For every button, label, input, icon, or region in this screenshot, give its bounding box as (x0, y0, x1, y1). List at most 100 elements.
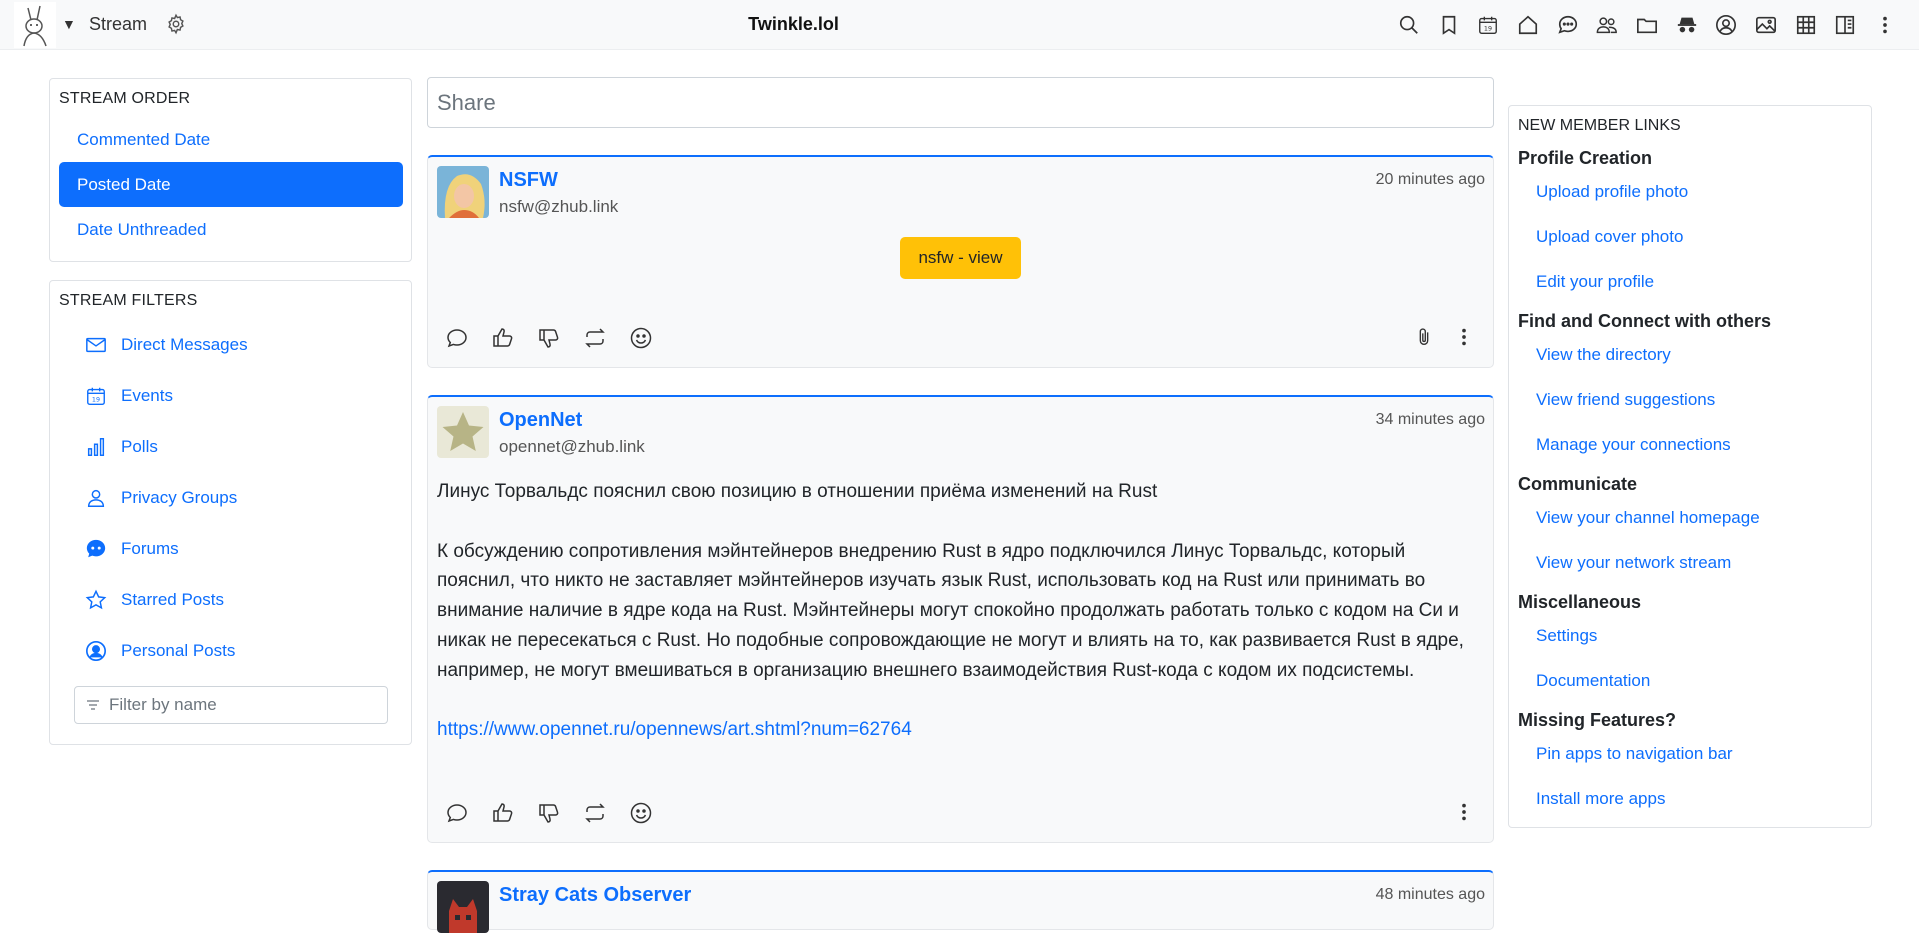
forum-icon (86, 539, 106, 557)
filter-label: Direct Messages (121, 334, 248, 354)
profile-icon[interactable] (1707, 11, 1747, 39)
repeat-icon[interactable] (583, 799, 629, 827)
filter-polls[interactable]: Polls (59, 421, 403, 472)
link-channel-homepage[interactable]: View your channel homepage (1509, 495, 1871, 540)
home-icon[interactable] (1508, 11, 1548, 39)
filter-starred-posts[interactable]: Starred Posts (59, 574, 403, 625)
more-vertical-icon[interactable] (1453, 326, 1475, 353)
thumbs-up-icon[interactable] (491, 799, 537, 827)
stream-filters-title: STREAM FILTERS (59, 292, 198, 309)
filter-by-name-input[interactable]: Filter by name (74, 686, 388, 724)
stream-filters-card: STREAM FILTERS Direct Messages 19 Events… (49, 280, 412, 745)
top-navbar: ▼ Stream Twinkle.lol 19 (0, 0, 1919, 50)
section-miscellaneous: Miscellaneous (1518, 592, 1642, 612)
link-documentation[interactable]: Documentation (1509, 658, 1871, 703)
order-date-unthreaded[interactable]: Date Unthreaded (59, 207, 403, 252)
new-member-links-title: NEW MEMBER LINKS (1518, 117, 1681, 134)
person-icon (87, 489, 105, 507)
filter-direct-messages[interactable]: Direct Messages (59, 319, 403, 370)
link-install-apps[interactable]: Install more apps (1509, 776, 1871, 821)
star-icon (85, 589, 107, 609)
comment-icon[interactable] (445, 324, 491, 352)
person-circle-icon (86, 640, 106, 661)
avatar[interactable] (437, 166, 489, 218)
post-time[interactable]: 34 minutes ago (1376, 411, 1485, 429)
nsfw-view-button[interactable]: nsfw - view (900, 237, 1021, 279)
share-input[interactable]: Share (427, 77, 1494, 128)
order-commented-date[interactable]: Commented Date (59, 117, 403, 162)
post-link[interactable]: https://www.opennet.ru/opennews/art.shtm… (437, 719, 912, 740)
new-member-links-card: NEW MEMBER LINKS Profile Creation Upload… (1508, 105, 1872, 828)
incognito-icon[interactable] (1667, 11, 1707, 39)
calendar-icon[interactable]: 19 (1468, 11, 1508, 39)
post-title: Линус Торвальдс пояснил свою позицию в о… (437, 481, 1158, 502)
filter-forums[interactable]: Forums (59, 523, 403, 574)
link-manage-connections[interactable]: Manage your connections (1509, 422, 1871, 467)
search-icon[interactable] (1389, 11, 1429, 39)
post-handle: nsfw@zhub.link (499, 197, 619, 216)
comment-icon[interactable] (445, 799, 491, 827)
filter-label: Events (121, 385, 173, 405)
filter-privacy-groups[interactable]: Privacy Groups (59, 472, 403, 523)
image-icon[interactable] (1746, 11, 1786, 39)
order-posted-date[interactable]: Posted Date (59, 162, 403, 207)
thumbs-down-icon[interactable] (537, 799, 583, 827)
book-icon[interactable] (1826, 11, 1866, 39)
more-vertical-icon[interactable] (1865, 11, 1905, 39)
chat-icon[interactable] (1548, 11, 1588, 39)
avatar[interactable] (437, 881, 489, 933)
filter-personal-posts[interactable]: Personal Posts (59, 625, 403, 676)
link-friend-suggestions[interactable]: View friend suggestions (1509, 377, 1871, 422)
post-author[interactable]: NSFW (499, 169, 558, 192)
bookmark-icon[interactable] (1429, 11, 1469, 39)
filter-events[interactable]: 19 Events (59, 370, 403, 421)
post-card: NSFW nsfw@zhub.link 20 minutes ago nsfw … (427, 155, 1494, 368)
link-upload-cover-photo[interactable]: Upload cover photo (1509, 214, 1871, 259)
link-edit-profile[interactable]: Edit your profile (1509, 259, 1871, 304)
svg-text:19: 19 (1484, 25, 1492, 33)
post-time[interactable]: 48 minutes ago (1376, 886, 1485, 904)
stream-order-title: STREAM ORDER (59, 90, 191, 107)
section-missing-features: Missing Features? (1518, 710, 1677, 730)
attachment-icon[interactable] (1413, 326, 1435, 353)
people-icon[interactable] (1588, 11, 1628, 39)
post-author[interactable]: OpenNet (499, 409, 582, 432)
post-handle: opennet@zhub.link (499, 437, 645, 456)
avatar[interactable] (437, 406, 489, 458)
filter-label: Forums (121, 538, 179, 558)
svg-text:19: 19 (92, 395, 100, 403)
thumbs-up-icon[interactable] (491, 324, 537, 352)
bar-chart-icon (87, 437, 105, 456)
site-title[interactable]: Twinkle.lol (0, 14, 1587, 35)
emoji-icon[interactable] (629, 324, 675, 352)
envelope-icon (86, 337, 106, 352)
stream-order-card: STREAM ORDER Commented Date Posted Date … (49, 78, 412, 262)
post-text: К обсуждению сопротивления мэйнтейнеров … (437, 540, 1464, 681)
link-settings[interactable]: Settings (1509, 613, 1871, 658)
post-card: Stray Cats Observer 48 minutes ago (427, 870, 1494, 933)
link-network-stream[interactable]: View your network stream (1509, 540, 1871, 585)
calendar-icon: 19 (87, 387, 105, 405)
repeat-icon[interactable] (583, 324, 629, 352)
filter-label: Personal Posts (121, 640, 236, 660)
post-author[interactable]: Stray Cats Observer (499, 884, 691, 907)
post-time[interactable]: 20 minutes ago (1376, 171, 1485, 189)
filter-lines-icon (87, 700, 99, 710)
post-card: OpenNet opennet@zhub.link 34 minutes ago… (427, 395, 1494, 843)
section-communicate: Communicate (1518, 474, 1638, 494)
post-actions (445, 324, 675, 352)
link-upload-profile-photo[interactable]: Upload profile photo (1509, 169, 1871, 214)
more-vertical-icon[interactable] (1453, 801, 1475, 828)
link-view-directory[interactable]: View the directory (1509, 332, 1871, 377)
thumbs-down-icon[interactable] (537, 324, 583, 352)
filter-label: Starred Posts (121, 589, 224, 609)
post-body: Линус Торвальдс пояснил свою позицию в о… (437, 477, 1477, 745)
link-pin-apps[interactable]: Pin apps to navigation bar (1509, 731, 1871, 776)
filter-placeholder: Filter by name (109, 695, 217, 714)
post-actions (445, 799, 675, 827)
emoji-icon[interactable] (629, 799, 675, 827)
folder-icon[interactable] (1627, 11, 1667, 39)
grid-icon[interactable] (1786, 11, 1826, 39)
share-placeholder: Share (437, 89, 496, 115)
filter-label: Privacy Groups (121, 487, 238, 507)
